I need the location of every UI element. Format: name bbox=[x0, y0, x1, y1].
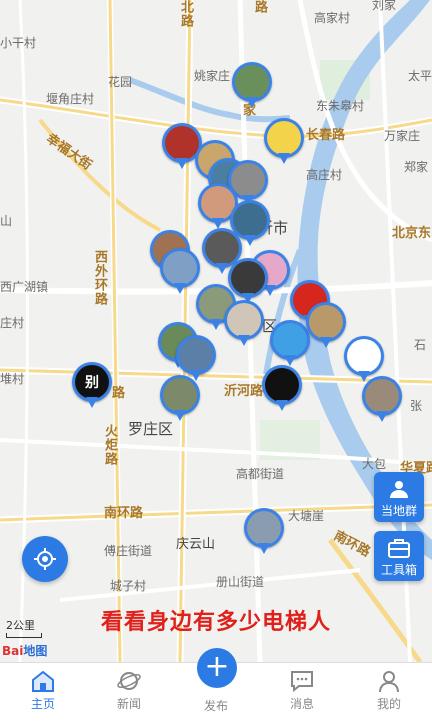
user-pin-5[interactable] bbox=[264, 118, 304, 166]
tab-home[interactable]: 主页 bbox=[0, 663, 86, 721]
map-view[interactable]: 北路 路 高家村 刘家 小干村 花园 姚家庄 太平 堰角庄村 东朱皋村 万家庄 … bbox=[0, 0, 432, 662]
avatar bbox=[231, 261, 265, 295]
map-label: 傅庄街道 bbox=[104, 544, 153, 558]
user-pin-10[interactable] bbox=[160, 248, 200, 296]
map-label: 庆云山 bbox=[176, 537, 216, 552]
map-label: 堰角庄村 bbox=[46, 92, 95, 106]
avatar bbox=[179, 338, 213, 372]
map-label: 高家村 bbox=[314, 11, 351, 25]
avatar bbox=[265, 368, 299, 402]
user-pin-bie[interactable]: 别 bbox=[72, 362, 112, 410]
map-label: 大包 bbox=[362, 457, 387, 471]
map-label-road: 沂河路 bbox=[224, 384, 264, 399]
avatar bbox=[163, 378, 197, 412]
map-label: 小干村 bbox=[0, 36, 37, 50]
map-label: 城子村 bbox=[110, 579, 147, 593]
map-label-road: 北路 bbox=[178, 0, 193, 28]
map-label: 高庄村 bbox=[306, 168, 343, 182]
toolbox-button[interactable]: 工具箱 bbox=[374, 531, 424, 581]
avatar bbox=[267, 121, 301, 155]
tab-label: 消息 bbox=[289, 697, 314, 711]
map-label-road: 路 bbox=[112, 386, 126, 401]
map-label: 高都街道 bbox=[236, 467, 285, 481]
map-label: 太平 bbox=[408, 69, 432, 83]
toolbox-label: 工具箱 bbox=[380, 563, 417, 577]
tab-label: 发布 bbox=[203, 699, 228, 713]
tab-label: 新闻 bbox=[116, 697, 141, 711]
tab-label: 我的 bbox=[376, 697, 401, 711]
avatar bbox=[247, 511, 281, 545]
map-label: 册山街道 bbox=[216, 575, 265, 589]
user-pin-24[interactable] bbox=[362, 376, 402, 424]
map-label: 石 bbox=[414, 338, 427, 352]
planet-icon bbox=[117, 672, 141, 690]
post-button[interactable]: + bbox=[197, 648, 237, 688]
baidu-map-logo: Bai地图 bbox=[2, 644, 48, 658]
map-label: 庄村 bbox=[0, 316, 25, 330]
map-scale: 2公里 bbox=[6, 617, 42, 638]
map-label-road: 路 bbox=[252, 0, 267, 14]
map-label-road: 长春路 bbox=[306, 128, 346, 143]
user-pin-23[interactable] bbox=[160, 375, 200, 423]
avatar bbox=[309, 305, 343, 339]
map-label: 西广湖镇 bbox=[0, 280, 49, 294]
promo-banner: 看看身边有多少电梯人 bbox=[100, 610, 331, 635]
map-label: 万家庄 bbox=[384, 129, 421, 143]
map-label: 大塘崖 bbox=[288, 509, 325, 523]
avatar bbox=[365, 379, 399, 413]
tab-profile[interactable]: 我的 bbox=[346, 663, 432, 721]
avatar bbox=[347, 339, 381, 373]
avatar bbox=[165, 126, 199, 160]
tab-news[interactable]: 新闻 bbox=[86, 663, 172, 721]
user-pin-16[interactable] bbox=[224, 300, 264, 348]
person-icon bbox=[379, 671, 399, 693]
map-label: 山 bbox=[0, 214, 13, 228]
avatar: 别 bbox=[75, 365, 109, 399]
user-pin-25[interactable] bbox=[244, 508, 284, 556]
map-label: 郑家 bbox=[404, 160, 429, 174]
locate-button[interactable] bbox=[22, 536, 68, 582]
map-label: 姚家庄 bbox=[194, 69, 231, 83]
group-icon bbox=[390, 481, 408, 498]
map-label-road: 西外环路 bbox=[92, 250, 107, 306]
tab-label: 主页 bbox=[30, 697, 55, 711]
map-label: 东朱皋村 bbox=[316, 99, 365, 113]
user-pin-22[interactable] bbox=[262, 365, 302, 413]
local-group-button[interactable]: 当地群 bbox=[374, 472, 424, 522]
local-group-label: 当地群 bbox=[380, 504, 417, 518]
map-label: 堆村 bbox=[0, 372, 25, 386]
map-label: 花园 bbox=[108, 75, 133, 89]
tab-messages[interactable]: 消息 bbox=[259, 663, 345, 721]
map-label-road: 北京东 bbox=[392, 226, 432, 241]
avatar bbox=[163, 251, 197, 285]
user-pin-1[interactable] bbox=[232, 62, 272, 110]
chat-icon bbox=[291, 671, 313, 693]
user-pin-17[interactable] bbox=[270, 320, 310, 368]
scale-label: 2公里 bbox=[6, 619, 35, 632]
map-label: 张 bbox=[410, 399, 423, 413]
toolbox-icon bbox=[388, 539, 410, 558]
home-icon bbox=[32, 670, 54, 692]
avatar bbox=[235, 65, 269, 99]
locate-icon bbox=[34, 548, 56, 570]
avatar bbox=[273, 323, 307, 357]
user-pin-18[interactable] bbox=[306, 302, 346, 350]
map-label-road: 南环路 bbox=[104, 506, 144, 521]
map-label-road: 火炬路 bbox=[102, 424, 117, 466]
map-label: 刘家 bbox=[372, 0, 397, 12]
avatar bbox=[227, 303, 261, 337]
